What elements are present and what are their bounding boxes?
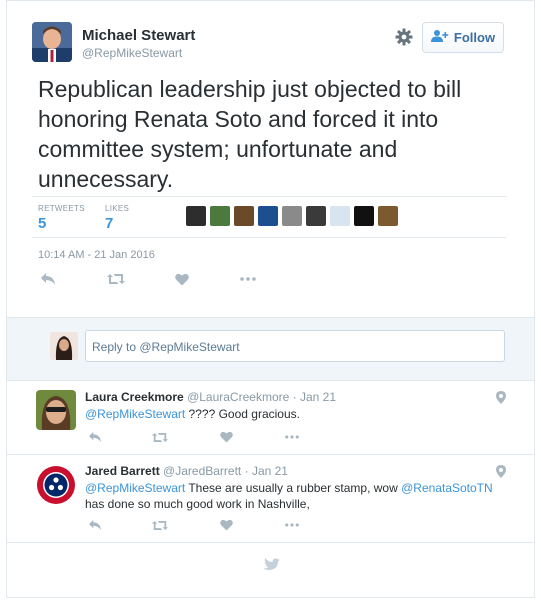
liker-avatar[interactable]	[282, 206, 302, 226]
heart-icon[interactable]	[216, 519, 236, 531]
reply-date[interactable]: · Jan 21	[293, 390, 336, 404]
location-pin-icon[interactable]	[496, 391, 506, 409]
reply-input[interactable]: Reply to @RepMikeStewart	[85, 330, 505, 362]
reply-header: Laura Creekmore @LauraCreekmore · Jan 21	[85, 390, 336, 404]
follow-label: Follow	[453, 30, 496, 45]
mention-link[interactable]: @RepMikeStewart	[85, 407, 185, 421]
twitter-bird-icon[interactable]	[262, 558, 280, 578]
reply-author-handle[interactable]: @JaredBarrett	[163, 464, 241, 478]
liker-avatar[interactable]	[210, 206, 230, 226]
liker-avatar[interactable]	[378, 206, 398, 226]
liker-avatar[interactable]	[258, 206, 278, 226]
retweets-stat[interactable]: RETWEETS 5	[38, 204, 85, 232]
retweet-icon[interactable]	[150, 520, 170, 531]
reply-icon[interactable]	[85, 431, 105, 443]
author-avatar[interactable]	[32, 22, 72, 62]
more-icon[interactable]	[282, 523, 302, 527]
reply-icon[interactable]	[38, 272, 58, 286]
tweet-stats: RETWEETS 5 LIKES 7	[32, 196, 506, 238]
author-handle[interactable]: @RepMikeStewart	[82, 46, 182, 60]
retweets-count: 5	[38, 215, 47, 232]
liker-avatar[interactable]	[306, 206, 326, 226]
viewer-avatar	[50, 332, 78, 360]
reply-icon[interactable]	[85, 519, 105, 531]
add-user-icon	[430, 29, 449, 46]
reply-item: Laura Creekmore @LauraCreekmore · Jan 21…	[7, 381, 534, 455]
reply-text: @RepMikeStewart ???? Good gracious.	[85, 406, 505, 422]
liker-avatar[interactable]	[234, 206, 254, 226]
reply-author-name[interactable]: Laura Creekmore	[85, 390, 184, 404]
heart-icon[interactable]	[172, 273, 192, 286]
liker-avatars	[186, 206, 398, 226]
mention-link[interactable]: @RepMikeStewart	[85, 481, 185, 495]
reply-author-avatar[interactable]	[36, 390, 76, 430]
retweet-icon[interactable]	[150, 432, 170, 443]
reply-body-part1: These are usually a rubber stamp, wow	[185, 481, 402, 495]
follow-button[interactable]: Follow	[422, 22, 504, 53]
liker-avatar[interactable]	[354, 206, 374, 226]
likes-stat[interactable]: LIKES 7	[105, 204, 129, 232]
reply-body: ???? Good gracious.	[185, 407, 300, 421]
liker-avatar[interactable]	[330, 206, 350, 226]
reply-actions	[85, 519, 302, 531]
reply-text: @RepMikeStewart These are usually a rubb…	[85, 480, 505, 512]
reply-header: Jared Barrett @JaredBarrett · Jan 21	[85, 464, 288, 478]
reply-date[interactable]: · Jan 21	[245, 464, 288, 478]
reply-author-avatar[interactable]	[36, 465, 76, 505]
likes-label: LIKES	[105, 204, 130, 213]
tweet-timestamp[interactable]: 10:14 AM - 21 Jan 2016	[38, 249, 155, 261]
tweet-text: Republican leadership just objected to b…	[38, 76, 462, 192]
retweets-label: RETWEETS	[38, 204, 85, 213]
likes-count: 7	[105, 215, 114, 232]
gear-icon[interactable]	[394, 27, 414, 47]
reply-author-name[interactable]: Jared Barrett	[85, 464, 160, 478]
more-icon[interactable]	[282, 435, 302, 439]
reply-author-handle[interactable]: @LauraCreekmore	[187, 390, 289, 404]
mention-link[interactable]: @RenataSotoTN	[401, 481, 493, 495]
author-name[interactable]: Michael Stewart	[82, 27, 195, 44]
reply-box: Reply to @RepMikeStewart	[7, 317, 534, 381]
reply-actions	[85, 431, 302, 443]
retweet-icon[interactable]	[106, 273, 126, 285]
more-icon[interactable]	[238, 277, 258, 281]
location-pin-icon[interactable]	[496, 465, 506, 483]
reply-item: Jared Barrett @JaredBarrett · Jan 21 @Re…	[7, 455, 534, 543]
liker-avatar[interactable]	[186, 206, 206, 226]
tweet-actions	[38, 272, 258, 286]
heart-icon[interactable]	[216, 431, 236, 443]
reply-body-part2: has done so much good work in Nashville,	[85, 497, 310, 511]
tweet-header: Michael Stewart @RepMikeStewart Follow	[32, 20, 504, 64]
